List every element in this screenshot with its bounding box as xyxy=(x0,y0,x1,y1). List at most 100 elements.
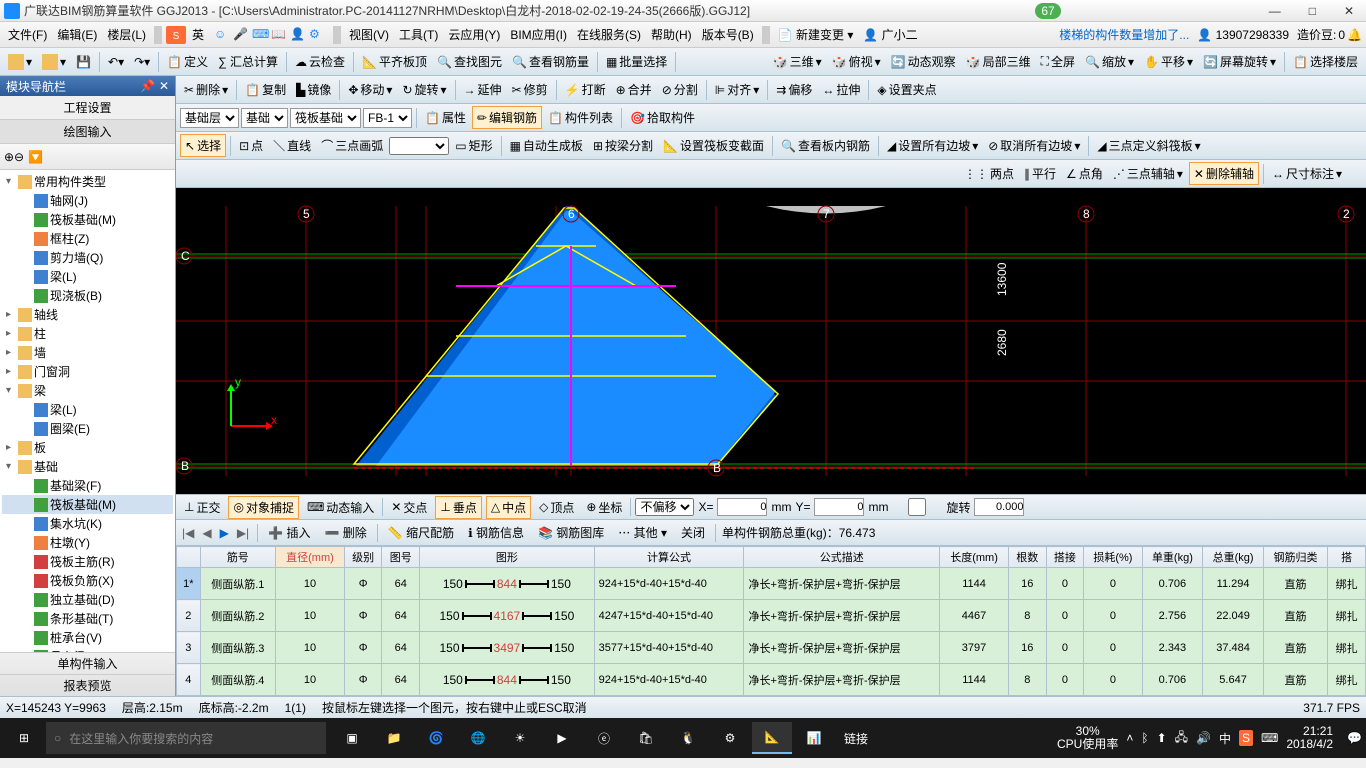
delete-button[interactable]: ✂ 删除 ▾ xyxy=(180,79,232,100)
flat-top-button[interactable]: 📐 平齐板顶 xyxy=(358,51,431,72)
table-header[interactable]: 根数 xyxy=(1008,547,1046,568)
ime-book-icon[interactable]: 📖 xyxy=(271,27,287,43)
tray-volume-icon[interactable]: 🔊 xyxy=(1196,731,1211,745)
filter-icon[interactable]: 🔽 xyxy=(28,150,43,164)
menu-tool[interactable]: 工具(T) xyxy=(395,24,442,45)
ime-gear-icon[interactable]: ⚙ xyxy=(309,27,325,43)
task-view-icon[interactable]: ▣ xyxy=(332,722,372,754)
zoom-button[interactable]: 🔍 缩放 ▾ xyxy=(1081,51,1138,72)
table-header[interactable]: 图号 xyxy=(382,547,420,568)
nav-first-icon[interactable]: |◀ xyxy=(180,526,196,540)
tab-draw-input[interactable]: 绘图输入 xyxy=(0,120,175,144)
define-button[interactable]: 📋 定义 xyxy=(163,51,212,72)
tree-item[interactable]: 筏板基础(M) xyxy=(2,495,173,514)
layer4-select[interactable]: FB-1 xyxy=(363,108,412,128)
table-header[interactable]: 直径(mm) xyxy=(276,547,345,568)
tray-bluetooth-icon[interactable]: ᛒ xyxy=(1141,731,1148,745)
tree-item[interactable]: 独立基础(D) xyxy=(2,590,173,609)
tree-item[interactable]: ▾常用构件类型 xyxy=(2,172,173,191)
x-input[interactable] xyxy=(717,498,767,516)
tray-keyboard-icon[interactable]: ⌨ xyxy=(1261,731,1278,745)
y-input[interactable] xyxy=(814,498,864,516)
task-app2-icon[interactable]: ☀ xyxy=(500,722,540,754)
tree-item[interactable]: 梁(L) xyxy=(2,267,173,286)
tab-single-component[interactable]: 单构件输入 xyxy=(0,652,175,674)
merge-button[interactable]: ⊕ 合并 xyxy=(612,79,656,100)
save-button[interactable]: 💾 xyxy=(72,53,95,71)
dim-button[interactable]: ↔ 尺寸标注 ▾ xyxy=(1268,163,1346,184)
notice-link[interactable]: 楼梯的构件数量增加了... xyxy=(1059,26,1189,43)
offset-button[interactable]: ⇉ 偏移 xyxy=(772,79,816,100)
tree-item[interactable]: ▸墙 xyxy=(2,343,173,362)
cloud-check-button[interactable]: ☁ 云检查 xyxy=(291,51,349,72)
tree-item[interactable]: ▸门窗洞 xyxy=(2,362,173,381)
tree-item[interactable]: 现浇板(B) xyxy=(2,286,173,305)
coord-snap-button[interactable]: ⊕ 坐标 xyxy=(582,497,626,518)
redo-button[interactable]: ↷▾ xyxy=(130,53,154,71)
pt-angle-button[interactable]: ∠ 点角 xyxy=(1062,163,1107,184)
setclip-button[interactable]: ◈ 设置夹点 xyxy=(873,79,940,100)
tab-project-settings[interactable]: 工程设置 xyxy=(0,96,175,120)
menu-bim[interactable]: BIM应用(I) xyxy=(506,24,571,45)
del-aux-button[interactable]: ✕ 删除辅轴 xyxy=(1189,162,1259,185)
rotate-button[interactable]: ↻ 旋转 ▾ xyxy=(398,79,450,100)
user-id[interactable]: 👤 13907298339 xyxy=(1197,28,1289,42)
menu-edit[interactable]: 编辑(E) xyxy=(53,24,101,45)
tree-item[interactable]: 柱墩(Y) xyxy=(2,533,173,552)
tree-item[interactable]: ▾梁 xyxy=(2,381,173,400)
ortho-button[interactable]: ⊥ 正交 xyxy=(180,497,224,518)
tree-item[interactable]: 圈梁(E) xyxy=(2,419,173,438)
panel-close-icon[interactable]: ✕ xyxy=(159,79,169,93)
task-app4-icon[interactable]: ⚙ xyxy=(710,722,750,754)
tree-item[interactable]: ▾基础 xyxy=(2,457,173,476)
open-button[interactable]: ▾ xyxy=(38,52,70,72)
three-pt-raft-button[interactable]: ◢ 三点定义斜筏板 ▾ xyxy=(1093,135,1204,156)
task-qq-icon[interactable]: 🐧 xyxy=(668,722,708,754)
rotate-input[interactable] xyxy=(974,498,1024,516)
tray-up-icon[interactable]: ˄ xyxy=(1126,731,1133,745)
mirror-button[interactable]: ▙ 镜像 xyxy=(292,79,335,100)
table-header[interactable]: 计算公式 xyxy=(594,547,744,568)
draw-mode-select[interactable] xyxy=(389,137,449,155)
3d-button[interactable]: 🎲 三维 ▾ xyxy=(769,51,826,72)
table-header[interactable]: 损耗(%) xyxy=(1084,547,1142,568)
cancel-slope-button[interactable]: ⊘ 取消所有边坡 ▾ xyxy=(984,135,1084,156)
ime-mic-icon[interactable]: 🎤 xyxy=(233,27,249,43)
menu-help[interactable]: 帮助(H) xyxy=(647,24,696,45)
break-button[interactable]: ⚡ 打断 xyxy=(561,79,610,100)
select-tool-button[interactable]: ↖ 选择 xyxy=(180,134,226,157)
tree-item[interactable]: ▸板 xyxy=(2,438,173,457)
batch-select-button[interactable]: ▦ 批量选择 xyxy=(602,51,671,72)
layer2-select[interactable]: 基础 xyxy=(241,108,288,128)
task-explorer-icon[interactable]: 📁 xyxy=(374,722,414,754)
menu-version[interactable]: 版本号(B) xyxy=(698,24,758,45)
table-header[interactable]: 单重(kg) xyxy=(1142,547,1203,568)
insert-row-button[interactable]: ➕ 插入 xyxy=(264,522,314,543)
guangxiaoer-button[interactable]: 👤 广小二 xyxy=(859,24,921,45)
tree-item[interactable]: 轴网(J) xyxy=(2,191,173,210)
new-button[interactable]: ▾ xyxy=(4,52,36,72)
menu-view[interactable]: 视图(V) xyxy=(345,24,393,45)
table-header[interactable]: 公式描述 xyxy=(744,547,940,568)
edit-steel-button[interactable]: ✏ 编辑钢筋 xyxy=(472,106,542,129)
pin-icon[interactable]: 📌 xyxy=(140,79,155,93)
other-button[interactable]: ⋯ 其他 ▾ xyxy=(614,522,671,543)
rotate-checkbox[interactable] xyxy=(892,498,942,516)
notification-badge[interactable]: 67 xyxy=(1035,3,1060,19)
taskbar-search[interactable]: ○ 在这里输入你要搜索的内容 xyxy=(46,722,326,754)
tray-ime-lang[interactable]: 中 xyxy=(1219,730,1231,747)
tree-item[interactable]: 筏板基础(M) xyxy=(2,210,173,229)
offset-mode-select[interactable]: 不偏移 xyxy=(635,498,694,516)
expand-icon[interactable]: ⊕⊖ xyxy=(4,150,24,164)
line-tool-button[interactable]: ＼ 直线 xyxy=(269,135,315,156)
table-row[interactable]: 4侧面纵筋.410Φ64150844150924+15*d-40+15*d-40… xyxy=(177,664,1366,696)
component-list-button[interactable]: 📋 构件列表 xyxy=(544,107,617,128)
layer1-select[interactable]: 基础层 xyxy=(180,108,239,128)
close-button[interactable]: ✕ xyxy=(1336,4,1362,18)
table-header[interactable]: 图形 xyxy=(420,547,595,568)
tree-item[interactable]: 筏板主筋(R) xyxy=(2,552,173,571)
move-button[interactable]: ✥ 移动 ▾ xyxy=(344,79,396,100)
dyn-input-button[interactable]: ⌨ 动态输入 xyxy=(303,497,378,518)
close-data-button[interactable]: 关闭 xyxy=(677,522,709,543)
ime-emoji-icon[interactable]: ☺ xyxy=(214,27,230,43)
